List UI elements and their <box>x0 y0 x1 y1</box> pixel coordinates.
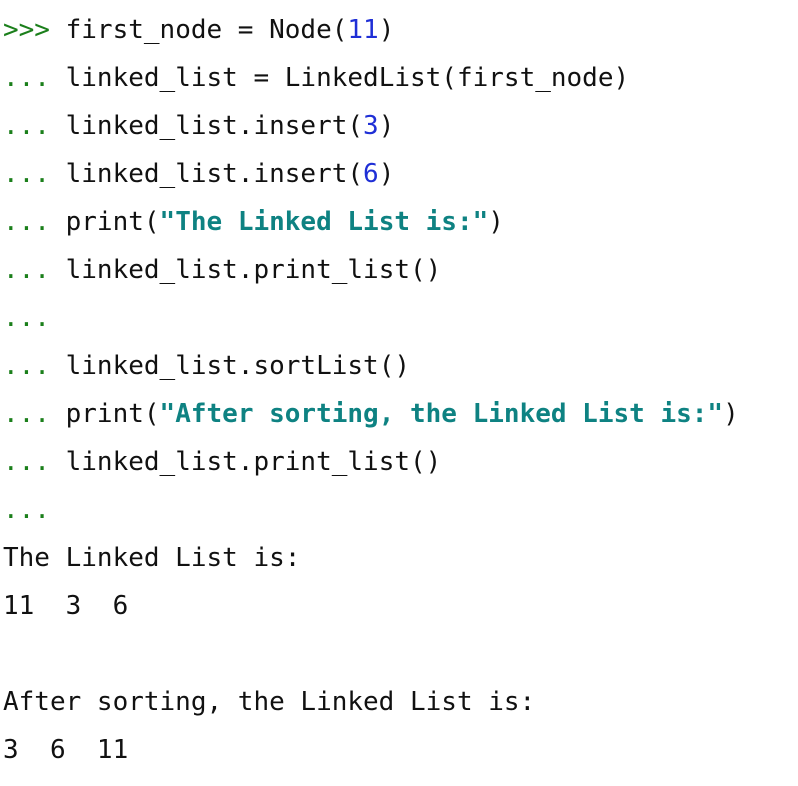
code-text: linked_list = LinkedList(first_node) <box>65 63 630 93</box>
output-text: After sorting, the Linked List is: <box>3 687 536 717</box>
console-prompt: ... <box>3 495 50 525</box>
code-text: ) <box>378 111 395 141</box>
code-text: ) <box>378 15 395 45</box>
console-input-line: >>> first_node = Node(11) <box>3 6 739 54</box>
console-input-line: ... linked_list.insert(6) <box>3 150 739 198</box>
console-prompt: >>> <box>3 15 50 45</box>
console-prompt: ... <box>3 207 50 237</box>
console-prompt: ... <box>3 111 50 141</box>
code-number: 11 <box>347 15 379 45</box>
console-output-line: 11 3 6 <box>3 582 739 630</box>
console-input-line: ... linked_list.sortList() <box>3 342 739 390</box>
output-text: 3 6 11 <box>3 735 129 765</box>
code-string: "The Linked List is:" <box>159 207 489 237</box>
code-text: linked_list.insert( <box>65 159 364 189</box>
code-number: 3 <box>363 111 379 141</box>
code-text: ) <box>723 399 739 429</box>
console-input-line: ... print("After sorting, the Linked Lis… <box>3 390 739 438</box>
python-console[interactable]: >>> first_node = Node(11)... linked_list… <box>3 6 739 774</box>
console-input-line: ... linked_list.print_list() <box>3 438 739 486</box>
console-prompt: ... <box>3 447 50 477</box>
console-prompt: ... <box>3 351 50 381</box>
output-text: The Linked List is: <box>3 543 301 573</box>
code-text: linked_list.insert( <box>65 111 364 141</box>
output-text: 11 3 6 <box>3 591 129 621</box>
code-string: "After sorting, the Linked List is:" <box>159 399 724 429</box>
code-text: linked_list.print_list() <box>65 447 442 477</box>
console-output-line: The Linked List is: <box>3 534 739 582</box>
code-text: print( <box>65 207 160 237</box>
console-prompt: ... <box>3 255 50 285</box>
code-number: 6 <box>363 159 379 189</box>
console-input-line: ... <box>3 486 739 534</box>
console-prompt: ... <box>3 399 50 429</box>
console-prompt: ... <box>3 63 50 93</box>
console-output-line: After sorting, the Linked List is: <box>3 678 739 726</box>
console-input-line: ... linked_list.print_list() <box>3 246 739 294</box>
console-prompt: ... <box>3 159 50 189</box>
code-text: linked_list.print_list() <box>65 255 442 285</box>
code-text: first_node = Node( <box>65 15 348 45</box>
console-prompt: ... <box>3 303 50 333</box>
console-input-line: ... linked_list.insert(3) <box>3 102 739 150</box>
code-text: linked_list.sortList() <box>65 351 410 381</box>
code-text: ) <box>488 207 504 237</box>
code-text: ) <box>378 159 395 189</box>
console-input-line: ... print("The Linked List is:") <box>3 198 739 246</box>
console-output-line: 3 6 11 <box>3 726 739 774</box>
console-input-line: ... linked_list = LinkedList(first_node) <box>3 54 739 102</box>
console-input-line: ... <box>3 294 739 342</box>
code-text: print( <box>65 399 160 429</box>
